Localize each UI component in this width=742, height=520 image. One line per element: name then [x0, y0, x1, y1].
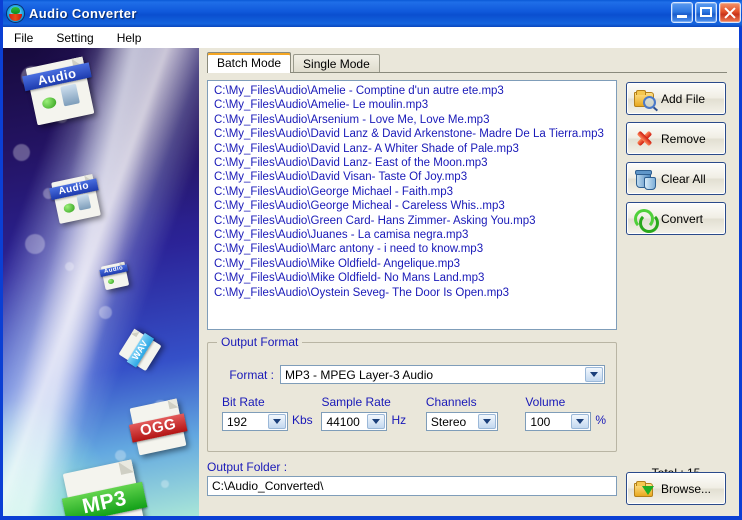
bit-rate-group: Bit Rate 192 Kbs — [222, 395, 321, 431]
output-folder-label: Output Folder : — [207, 460, 288, 474]
bit-rate-value: 192 — [227, 414, 248, 429]
audio-file-badge-large: Audio — [22, 56, 95, 126]
list-item[interactable]: C:\My_Files\Audio\Mike Oldfield- Angeliq… — [214, 257, 614, 271]
add-file-label: Add File — [661, 91, 706, 106]
sample-rate-label: Sample Rate — [321, 395, 391, 409]
list-item[interactable]: C:\My_Files\Audio\David Lanz & David Ark… — [214, 127, 614, 141]
list-item[interactable]: C:\My_Files\Audio\David Lanz- East of th… — [214, 156, 614, 170]
list-item[interactable]: C:\My_Files\Audio\Arsenium - Love Me, Lo… — [214, 113, 614, 127]
browse-button[interactable]: Browse... — [626, 472, 726, 505]
convert-arrows-icon — [634, 209, 659, 233]
volume-unit: % — [595, 413, 606, 427]
volume-label: Volume — [525, 395, 566, 409]
bit-rate-unit: Kbs — [292, 413, 313, 427]
ogg-file-badge: OGG — [129, 398, 188, 456]
output-folder-input[interactable]: C:\Audio_Converted\ — [207, 476, 617, 496]
folder-search-icon — [634, 89, 656, 109]
browse-label: Browse... — [661, 481, 712, 496]
close-button[interactable] — [719, 2, 741, 23]
format-label: Format : — [229, 367, 274, 382]
badge-label: WAV — [126, 332, 155, 368]
badge-label: MP3 — [62, 481, 148, 516]
folder-download-icon — [634, 479, 655, 498]
badge-label: Audio — [48, 178, 99, 201]
decorative-artwork: Audio Audio Audio WAV OGG MP3 — [3, 48, 199, 516]
action-buttons: Add File Remove Clear All Convert — [626, 82, 726, 242]
menu-item-setting[interactable]: Setting — [53, 30, 96, 46]
chevron-down-icon[interactable] — [571, 414, 590, 429]
badge-label: Audio — [99, 264, 129, 277]
app-window: Audio Converter File Setting Help Audio — [0, 0, 742, 520]
list-item[interactable]: C:\My_Files\Audio\Juanes - La camisa neg… — [214, 228, 614, 242]
sample-rate-select[interactable]: 44100 — [321, 412, 388, 431]
format-value: MP3 - MPEG Layer-3 Audio — [285, 367, 434, 382]
add-file-button[interactable]: Add File — [626, 82, 726, 115]
channels-select[interactable]: Stereo — [425, 412, 498, 431]
list-item[interactable]: C:\My_Files\Audio\Oystein Seveg- The Doo… — [214, 286, 614, 300]
list-item[interactable]: C:\My_Files\Audio\Amelie- Le moulin.mp3 — [214, 98, 614, 112]
list-item[interactable]: C:\My_Files\Audio\Amelie - Comptine d'un… — [214, 84, 614, 98]
format-select[interactable]: MP3 - MPEG Layer-3 Audio — [280, 365, 605, 384]
audio-file-badge-small: Audio — [99, 261, 130, 291]
red-cross-icon — [634, 129, 655, 148]
list-item[interactable]: C:\My_Files\Audio\Marc antony - i need t… — [214, 242, 614, 256]
mode-tabs: Batch Mode Single Mode — [207, 52, 382, 73]
tab-single-mode[interactable]: Single Mode — [293, 54, 380, 73]
menu-item-file[interactable]: File — [11, 30, 36, 46]
menu-item-help[interactable]: Help — [114, 30, 145, 46]
remove-button[interactable]: Remove — [626, 122, 726, 155]
badge-label: OGG — [129, 413, 188, 443]
list-item[interactable]: C:\My_Files\Audio\Green Card- Hans Zimme… — [214, 214, 614, 228]
chevron-down-icon[interactable] — [268, 414, 286, 429]
list-item[interactable]: C:\My_Files\Audio\Mike Oldfield- No Mans… — [214, 271, 614, 285]
output-format-group: Output Format Format : MP3 - MPEG Layer-… — [207, 335, 617, 452]
list-item[interactable]: C:\My_Files\Audio\David Lanz- A Whiter S… — [214, 142, 614, 156]
output-folder-value: C:\Audio_Converted\ — [212, 479, 324, 493]
volume-value: 100 — [530, 414, 551, 429]
window-title: Audio Converter — [29, 6, 137, 21]
badge-label: Audio — [22, 62, 92, 92]
app-disc-icon — [7, 5, 24, 22]
clear-all-button[interactable]: Clear All — [626, 162, 726, 195]
output-format-title: Output Format — [217, 335, 303, 349]
list-item[interactable]: C:\My_Files\Audio\George Michael - Faith… — [214, 185, 614, 199]
minimize-button[interactable] — [671, 2, 693, 23]
main-content: Batch Mode Single Mode C:\My_Files\Audio… — [199, 48, 739, 516]
audio-file-badge-medium: Audio — [48, 174, 101, 224]
menu-bar: File Setting Help — [3, 27, 739, 49]
convert-button[interactable]: Convert — [626, 202, 726, 235]
chevron-down-icon[interactable] — [585, 367, 603, 382]
list-item[interactable]: C:\My_Files\Audio\George Micheal - Carel… — [214, 199, 614, 213]
sample-rate-group: Sample Rate 44100 Hz — [321, 395, 425, 431]
maximize-button[interactable] — [695, 2, 717, 23]
bit-rate-label: Bit Rate — [222, 395, 265, 409]
channels-group: Channels Stereo — [425, 395, 525, 431]
format-fields: Bit Rate 192 Kbs Sample Rate 44100 Hz Ch… — [222, 395, 606, 431]
file-list[interactable]: C:\My_Files\Audio\Amelie - Comptine d'un… — [207, 80, 617, 330]
window-controls — [671, 2, 741, 23]
sample-rate-value: 44100 — [326, 414, 360, 429]
convert-label: Convert — [661, 211, 704, 226]
bit-rate-select[interactable]: 192 — [222, 412, 288, 431]
tab-batch-mode[interactable]: Batch Mode — [207, 52, 292, 73]
channels-value: Stereo — [430, 414, 467, 429]
remove-label: Remove — [661, 131, 706, 146]
format-row: Format : MP3 - MPEG Layer-3 Audio — [208, 365, 616, 384]
chevron-down-icon[interactable] — [367, 414, 386, 429]
chevron-down-icon[interactable] — [477, 414, 496, 429]
trash-can-icon — [634, 169, 656, 190]
sample-rate-unit: Hz — [391, 413, 407, 427]
title-bar: Audio Converter — [3, 0, 742, 27]
volume-select[interactable]: 100 — [525, 412, 592, 431]
channels-label: Channels — [425, 395, 477, 409]
list-item[interactable]: C:\My_Files\Audio\David Visan- Taste Of … — [214, 170, 614, 184]
volume-group: Volume 100 % — [525, 395, 606, 431]
clear-all-label: Clear All — [661, 171, 706, 186]
